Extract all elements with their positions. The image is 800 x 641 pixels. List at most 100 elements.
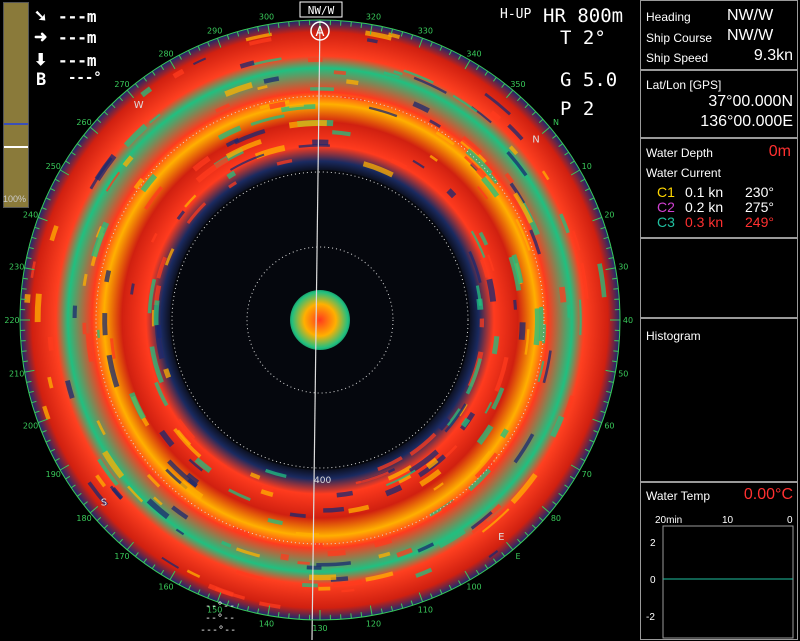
temp-y-label-2: 0 bbox=[650, 575, 656, 586]
temp-x-label-2: 10 bbox=[722, 515, 734, 526]
echo-streak bbox=[84, 274, 86, 286]
echo-streak bbox=[332, 132, 350, 134]
sonar-display[interactable]: 290300310320330340350N1020304050607080E1… bbox=[0, 0, 640, 640]
compass-degree-label: 30 bbox=[618, 263, 628, 272]
echo-streak bbox=[328, 552, 346, 553]
bottom-readout-2: --°-- bbox=[205, 613, 235, 624]
compass-degree-label: 170 bbox=[114, 552, 129, 561]
compass-degree-label: 270 bbox=[114, 80, 129, 89]
compass-degree-label: 180 bbox=[76, 514, 91, 523]
compass-degree-label: 110 bbox=[418, 605, 433, 614]
info-panel: Heading NW/W Ship Course NW/W Ship Speed… bbox=[640, 0, 800, 640]
echo-streak bbox=[331, 570, 344, 571]
compass-degree-label: 300 bbox=[259, 13, 274, 22]
marker-a-label: A bbox=[316, 25, 325, 40]
echo-streak bbox=[38, 294, 39, 322]
echo-streak bbox=[166, 369, 169, 377]
compass-degree-label: 240 bbox=[23, 211, 38, 220]
echo-streak bbox=[156, 301, 157, 326]
echo-streak bbox=[580, 300, 581, 335]
compass-degree-label: 80 bbox=[551, 514, 561, 523]
compass-tick bbox=[361, 23, 362, 28]
echo-streak bbox=[494, 336, 497, 354]
bottom-readout-1: --°-- bbox=[205, 601, 235, 612]
current-speed: 0.3 kn bbox=[685, 214, 723, 230]
empty-box bbox=[640, 238, 798, 318]
compass-tick bbox=[22, 351, 27, 352]
compass-tick bbox=[361, 612, 362, 617]
compass-degree-label: 250 bbox=[46, 162, 61, 171]
compass-degree-label: 10 bbox=[582, 162, 592, 171]
echo-streak bbox=[302, 585, 318, 586]
compass-tick bbox=[23, 361, 28, 362]
compass-degree-label: E bbox=[515, 552, 520, 561]
compass-degree-label: 350 bbox=[510, 80, 525, 89]
echo-streak bbox=[105, 313, 106, 335]
echo-streak bbox=[289, 105, 304, 107]
echo-streak bbox=[346, 81, 358, 83]
echo-streak bbox=[341, 590, 354, 591]
temp-y-label-3: -2 bbox=[646, 612, 655, 623]
echo-streak bbox=[337, 493, 353, 495]
compass-degree-label: 260 bbox=[76, 118, 91, 127]
echo-streak bbox=[49, 377, 52, 388]
echo-streak bbox=[367, 40, 377, 42]
compass-tick bbox=[613, 351, 618, 352]
water-current-label: Water Current bbox=[646, 166, 721, 180]
echo-streak bbox=[541, 307, 542, 341]
compass-degree-label: 40 bbox=[623, 316, 633, 325]
compass-degree-label: 120 bbox=[366, 619, 381, 628]
compass-degree-label: 160 bbox=[158, 583, 173, 592]
cardinal-s: S bbox=[101, 497, 107, 508]
compass-tick bbox=[351, 22, 352, 27]
ship-info-box: Heading NW/W Ship Course NW/W Ship Speed… bbox=[640, 0, 798, 70]
current-name: C1 bbox=[657, 184, 675, 200]
compass-tick bbox=[351, 613, 352, 618]
compass-tick bbox=[23, 278, 28, 279]
compass-degree-label: 60 bbox=[604, 421, 614, 430]
ship-course-value: NW/W bbox=[727, 27, 773, 45]
echo-streak bbox=[106, 270, 108, 281]
echo-streak bbox=[544, 324, 545, 343]
pulse-label: P 2 bbox=[560, 98, 594, 120]
cardinal-w: W bbox=[134, 100, 144, 111]
compass-degree-label: 70 bbox=[582, 470, 592, 479]
echo-streak bbox=[290, 514, 306, 516]
compass-degree-label: N bbox=[553, 118, 559, 127]
echo-streak bbox=[299, 145, 330, 146]
compass-tick bbox=[289, 613, 290, 618]
compass-degree-label: 290 bbox=[207, 27, 222, 36]
echo-streak bbox=[264, 78, 279, 81]
echo-streak bbox=[159, 325, 160, 338]
echo-streak bbox=[98, 330, 99, 338]
cardinal-e: E bbox=[498, 532, 504, 543]
water-temp-graph: 20min 10 0 2 0 -2 bbox=[641, 511, 799, 641]
echo-streak bbox=[502, 430, 506, 437]
tilt-label: T 2° bbox=[560, 27, 606, 49]
current-name: C3 bbox=[657, 214, 675, 230]
heading-box-text: NW/W bbox=[308, 4, 335, 17]
water-temp-value: 0.00°C bbox=[744, 486, 793, 504]
temp-x-label-3: 0 bbox=[787, 515, 793, 526]
temp-y-label-1: 2 bbox=[650, 538, 656, 549]
compass-degree-label: 210 bbox=[9, 369, 24, 378]
echo-streak bbox=[27, 294, 28, 302]
water-box: Water Depth 0m Water Current C10.1 kn230… bbox=[640, 138, 798, 238]
compass-degree-label: 320 bbox=[366, 13, 381, 22]
position-box: Lat/Lon [GPS] 37°00.000N 136°00.000E bbox=[640, 70, 798, 138]
echo-streak bbox=[289, 123, 327, 125]
temp-graph-frame bbox=[663, 526, 793, 638]
heading-label: Heading bbox=[646, 10, 691, 24]
compass-degree-label: 140 bbox=[259, 619, 274, 628]
latlon-label: Lat/Lon [GPS] bbox=[646, 78, 721, 92]
compass-degree-label: 230 bbox=[9, 263, 24, 272]
compass-degree-label: 220 bbox=[4, 316, 19, 325]
echo-streak bbox=[333, 582, 362, 585]
compass-degree-label: 100 bbox=[466, 583, 481, 592]
echo-streak bbox=[50, 337, 51, 351]
compass-tick bbox=[278, 612, 279, 617]
range-label: HR 800m bbox=[543, 5, 623, 27]
echo-streak bbox=[449, 190, 455, 196]
temp-x-label-1: 20min bbox=[655, 515, 682, 526]
water-depth-value: 0m bbox=[769, 143, 791, 161]
